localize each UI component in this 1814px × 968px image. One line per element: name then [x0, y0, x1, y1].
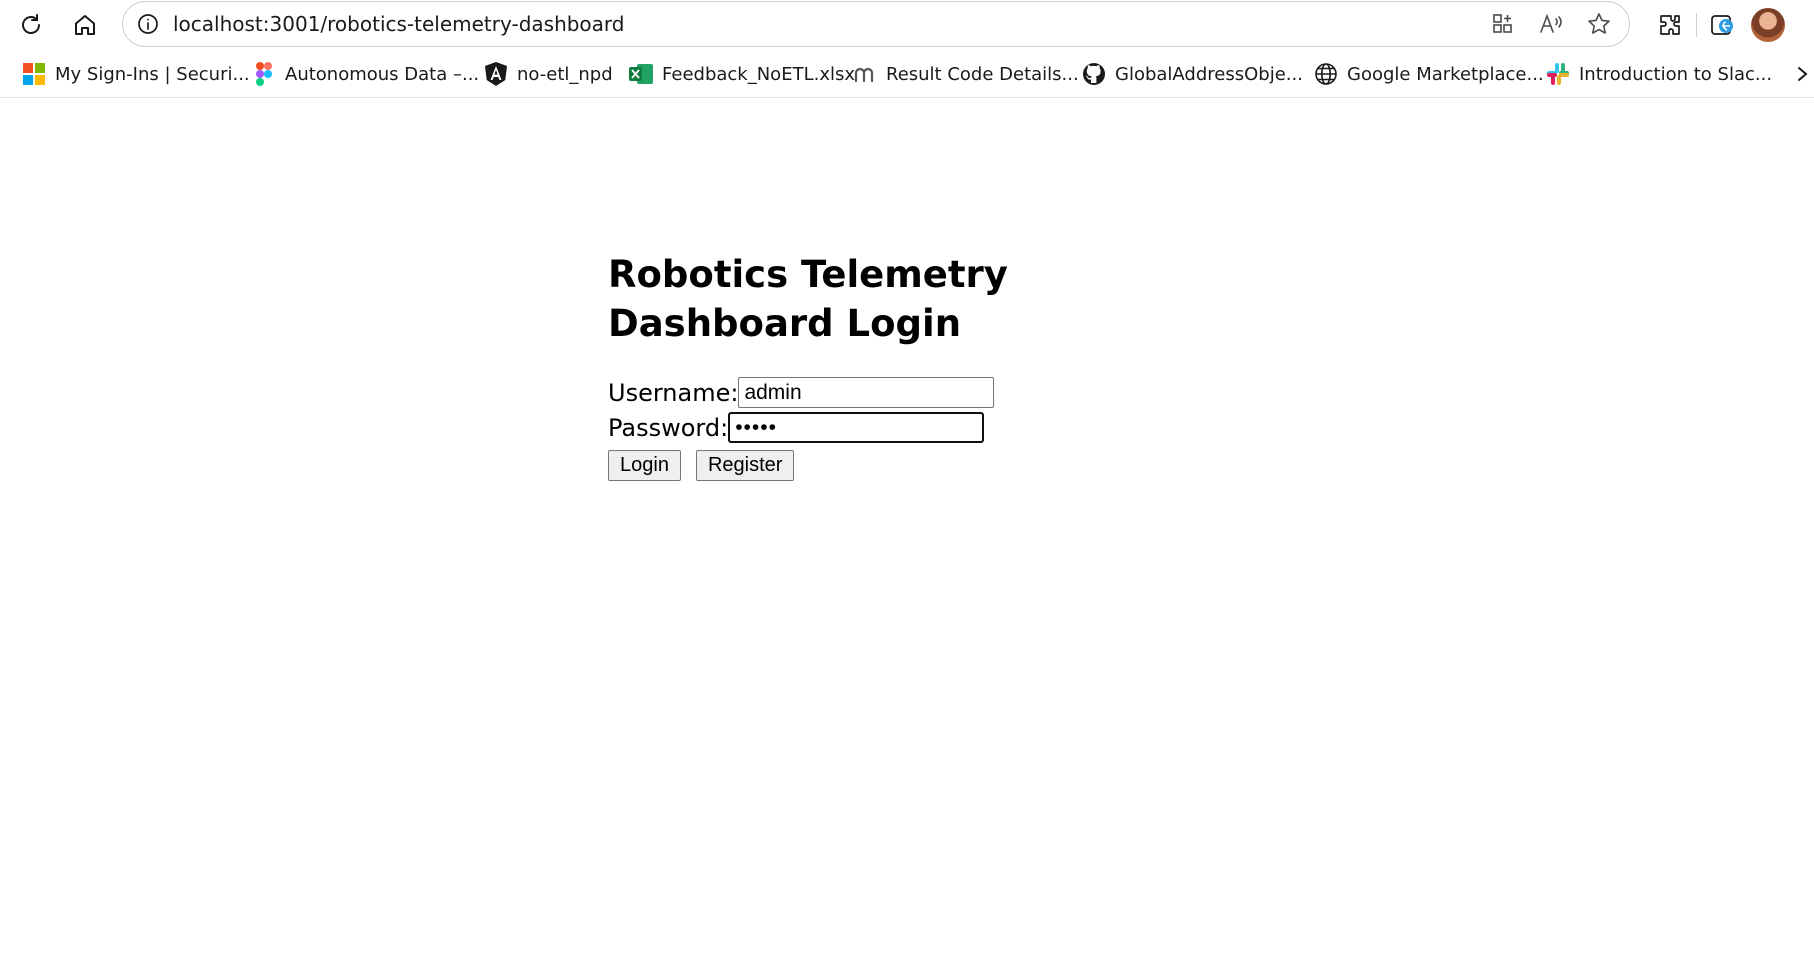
bookmark-item[interactable]: Result Code Details...	[853, 50, 1079, 98]
browser-toolbar: localhost:3001/robotics-telemetry-dashbo…	[0, 0, 1814, 50]
bookmark-item[interactable]: Google Marketplace...	[1314, 50, 1544, 98]
site-info-icon[interactable]	[131, 7, 165, 41]
home-icon[interactable]	[65, 5, 105, 45]
read-aloud-icon[interactable]	[1531, 6, 1571, 42]
bookmark-item[interactable]: Introduction to Slac...	[1546, 50, 1772, 98]
excel-logo-icon	[629, 62, 653, 86]
bookmark-item[interactable]: Feedback_NoETL.xlsx	[629, 50, 855, 98]
username-row: Username:	[608, 377, 995, 408]
address-bar[interactable]: localhost:3001/robotics-telemetry-dashbo…	[122, 1, 1630, 47]
bookmark-label: My Sign-Ins | Securi...	[55, 63, 250, 85]
github-logo-icon	[1082, 62, 1106, 86]
bookmark-item[interactable]: Autonomous Data –...	[252, 50, 479, 98]
globe-icon	[1314, 62, 1338, 86]
angular-logo-icon	[484, 62, 508, 86]
microsoft-logo-icon	[22, 62, 46, 86]
bookmark-item[interactable]: no-etl_npd	[484, 50, 613, 98]
profile-avatar[interactable]	[1751, 8, 1785, 42]
figma-logo-icon	[252, 62, 276, 86]
app-available-icon[interactable]	[1483, 6, 1523, 42]
page-title: Robotics Telemetry Dashboard Login	[608, 253, 1008, 345]
username-label: Username:	[608, 378, 739, 407]
bookmark-label: Introduction to Slac...	[1579, 63, 1773, 85]
username-input[interactable]	[738, 377, 995, 408]
bookmark-label: Autonomous Data –...	[285, 63, 480, 85]
password-input[interactable]	[728, 412, 985, 443]
password-row: Password:	[608, 412, 985, 443]
password-label: Password:	[608, 413, 729, 442]
login-button[interactable]: Login	[608, 450, 681, 481]
bookmark-label: Google Marketplace...	[1347, 63, 1544, 85]
bookmarks-bar: My Sign-Ins | Securi... Autonomous Data …	[0, 50, 1814, 98]
bookmark-item[interactable]: GlobalAddressObje...	[1082, 50, 1303, 98]
bookmark-label: no-etl_npd	[517, 63, 613, 85]
toolbar-divider	[1696, 13, 1697, 37]
bookmark-item[interactable]: My Sign-Ins | Securi...	[22, 50, 250, 98]
bookmark-label: Feedback_NoETL.xlsx	[662, 63, 855, 85]
extensions-icon[interactable]	[1648, 5, 1692, 45]
m-logo-icon	[853, 62, 877, 86]
bookmark-label: GlobalAddressObje...	[1115, 63, 1303, 85]
url-text[interactable]: localhost:3001/robotics-telemetry-dashbo…	[173, 2, 625, 46]
reload-icon[interactable]	[11, 5, 51, 45]
bookmark-label: Result Code Details...	[886, 63, 1079, 85]
slack-logo-icon	[1546, 62, 1570, 86]
favorite-star-icon[interactable]	[1579, 6, 1619, 42]
chevron-right-icon[interactable]	[1796, 62, 1814, 86]
register-button[interactable]: Register	[695, 450, 795, 481]
button-row: Login Register	[608, 450, 795, 481]
edge-collections-icon[interactable]	[1701, 5, 1745, 45]
login-container: Robotics Telemetry Dashboard Login Usern…	[608, 250, 1168, 481]
